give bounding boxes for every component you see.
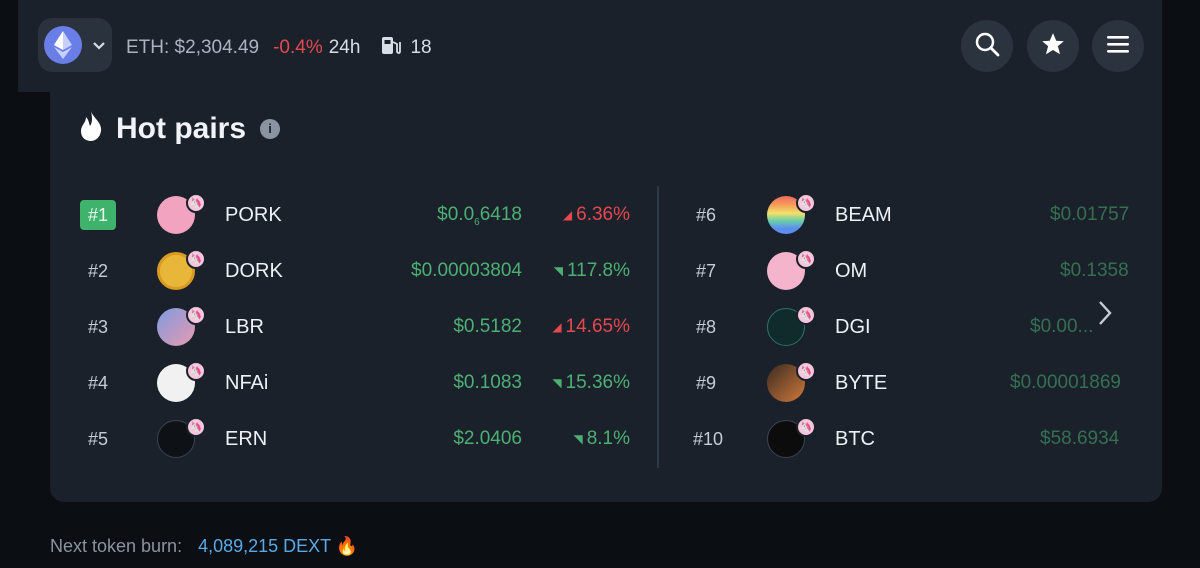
unicorn-dex-icon: 🦄 [796,193,816,213]
unicorn-dex-icon: 🦄 [186,305,206,325]
token-symbol: DORK [225,260,283,282]
unicorn-dex-icon: 🦄 [796,249,816,269]
unicorn-dex-icon: 🦄 [186,193,206,213]
change-value: 14.65% [565,316,630,337]
burn-amount: 4,089,215 DEXT [198,536,331,556]
token-price: $0.5182 [453,316,522,337]
chevron-right-icon [1094,301,1118,334]
arrow-up-icon: ◥ [573,432,583,446]
rank-label: #2 [87,260,109,281]
price-change: ◥ 15.36% [530,372,630,394]
token-price: $0.1358 [1060,260,1129,281]
info-icon[interactable]: i [260,118,281,139]
viewport-edge [1162,0,1200,568]
fire-icon: 🔥 [335,536,359,556]
token-price: $0.01757 [1050,204,1130,225]
star-icon [1040,31,1066,62]
menu-button[interactable] [1092,20,1144,72]
token-price: $0.00001869 [1010,372,1121,393]
token-price: $2.0406 [453,428,522,449]
price-tail: 6418 [479,204,522,225]
token-price: $0.1083 [453,372,522,393]
price-change: ◢ 14.65% [530,316,630,338]
token-symbol: BYTE [835,372,888,394]
token-symbol: OM [835,260,868,282]
unicorn-dex-icon: 🦄 [186,361,206,381]
arrow-down-icon: ◢ [562,208,573,222]
watchlist-button[interactable] [1027,20,1079,72]
arrow-up-icon: ◥ [552,376,562,390]
price-change: ◥ 8.1% [540,428,630,450]
chevron-down-icon [92,35,106,56]
unicorn-dex-icon: 🦄 [186,249,206,269]
burn-label: Next token burn: [50,536,183,556]
token-price: $0.066418 [400,204,522,228]
rank-badge: #1 [80,200,116,230]
token-symbol: BEAM [835,204,892,226]
rank-label: #6 [695,204,717,225]
search-icon [974,31,1000,62]
token-symbol: ERN [225,428,268,450]
unicorn-dex-icon: 🦄 [796,305,816,325]
token-symbol: BTC [835,428,875,450]
column-divider [657,186,659,468]
hot-pairs-header: Hot pairs i [78,110,281,147]
rank-label: #10 [692,428,724,449]
gas-value: 18 [410,37,432,58]
change-value: 117.8% [566,260,630,281]
token-price: $0.00003804 [411,260,522,281]
rank-label: #5 [87,428,109,449]
price-change: ◥ 117.8% [540,260,630,282]
next-page-button[interactable] [1094,296,1122,330]
burn-value[interactable]: 4,089,215 DEXT 🔥 [198,536,358,557]
token-symbol: DGI [835,316,871,338]
unicorn-dex-icon: 🦄 [186,417,206,437]
ethereum-icon [44,26,82,64]
token-symbol: NFAi [225,372,269,394]
rank-label: #8 [695,316,717,337]
change-value: 6.36% [576,204,630,225]
change-value: 8.1% [586,428,630,449]
unicorn-dex-icon: 🦄 [796,361,816,381]
change-value: 15.36% [565,372,630,393]
menu-icon [1106,34,1130,59]
chain-selector[interactable] [38,18,112,72]
price-prefix: $0.0 [437,204,475,225]
eth-price: ETH: $2,304.49 [126,37,260,58]
token-burn-footer: Next token burn: 4,089,215 DEXT 🔥 [50,536,358,557]
unicorn-dex-icon: 🦄 [796,417,816,437]
eth-period: 24h [328,37,361,58]
token-symbol: PORK [225,204,282,226]
search-button[interactable] [961,20,1013,72]
token-price: $58.6934 [1040,428,1120,449]
eth-price-ticker: ETH: $2,304.49 -0.4% 24h 18 [126,34,432,62]
arrow-down-icon: ◢ [552,320,562,334]
rank-label: #7 [695,260,717,281]
gas-pump-icon [380,34,402,62]
hot-pairs-title: Hot pairs [116,111,247,145]
token-price: $0.00... [1030,316,1094,337]
rank-label: #9 [695,372,717,393]
eth-change: -0.4% [273,37,323,58]
gas-indicator: 18 [380,34,432,62]
rank-label: #3 [87,316,109,337]
arrow-up-icon: ◥ [553,264,563,278]
rank-label: #4 [87,372,109,393]
price-change: ◢ 6.36% [540,204,630,226]
token-symbol: LBR [225,316,264,338]
flame-icon [78,110,104,147]
